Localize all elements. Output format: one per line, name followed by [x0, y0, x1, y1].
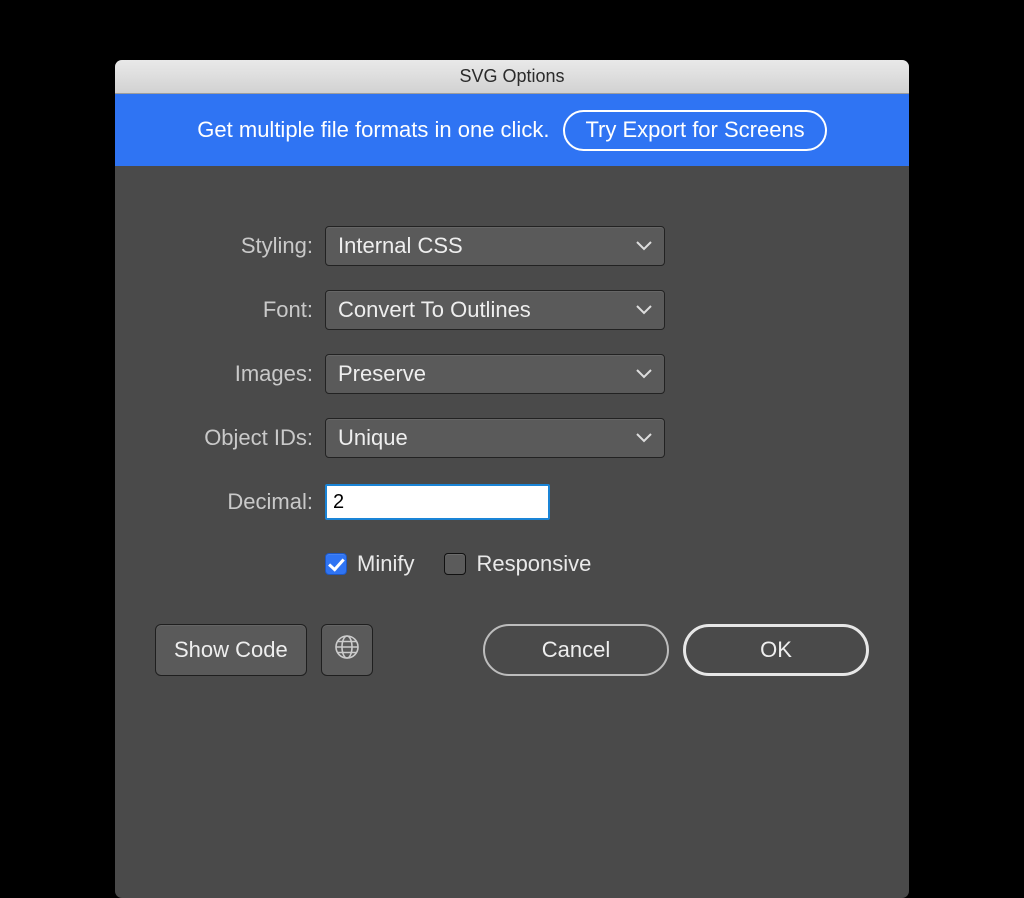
font-select[interactable]: Convert To Outlines: [325, 290, 665, 330]
globe-icon: [334, 634, 360, 666]
chevron-down-icon: [636, 241, 652, 251]
minify-checkbox[interactable]: Minify: [325, 551, 414, 577]
minify-checkbox-label: Minify: [357, 551, 414, 577]
font-select-value: Convert To Outlines: [338, 297, 531, 323]
styling-select[interactable]: Internal CSS: [325, 226, 665, 266]
responsive-checkbox-label: Responsive: [476, 551, 591, 577]
checkbox-checked-icon: [325, 553, 347, 575]
images-label: Images:: [155, 361, 325, 387]
object-ids-label: Object IDs:: [155, 425, 325, 451]
svg-options-dialog: SVG Options Get multiple file formats in…: [115, 60, 909, 898]
dialog-body: Styling: Internal CSS Font: Convert To O…: [115, 166, 909, 728]
show-code-button[interactable]: Show Code: [155, 624, 307, 676]
web-preview-button[interactable]: [321, 624, 373, 676]
styling-select-value: Internal CSS: [338, 233, 463, 259]
promo-banner-text: Get multiple file formats in one click.: [197, 117, 549, 143]
chevron-down-icon: [636, 369, 652, 379]
chevron-down-icon: [636, 305, 652, 315]
decimal-label: Decimal:: [155, 489, 325, 515]
promo-banner: Get multiple file formats in one click. …: [115, 94, 909, 166]
object-ids-select[interactable]: Unique: [325, 418, 665, 458]
styling-label: Styling:: [155, 233, 325, 259]
cancel-button[interactable]: Cancel: [483, 624, 669, 676]
images-select-value: Preserve: [338, 361, 426, 387]
responsive-checkbox[interactable]: Responsive: [444, 551, 591, 577]
try-export-for-screens-button[interactable]: Try Export for Screens: [563, 110, 826, 151]
chevron-down-icon: [636, 433, 652, 443]
ok-button[interactable]: OK: [683, 624, 869, 676]
checkbox-unchecked-icon: [444, 553, 466, 575]
font-label: Font:: [155, 297, 325, 323]
decimal-input[interactable]: [325, 484, 550, 520]
dialog-titlebar[interactable]: SVG Options: [115, 60, 909, 94]
images-select[interactable]: Preserve: [325, 354, 665, 394]
dialog-title: SVG Options: [459, 66, 564, 87]
dialog-footer: Show Code Cancel OK: [155, 624, 869, 676]
object-ids-select-value: Unique: [338, 425, 408, 451]
